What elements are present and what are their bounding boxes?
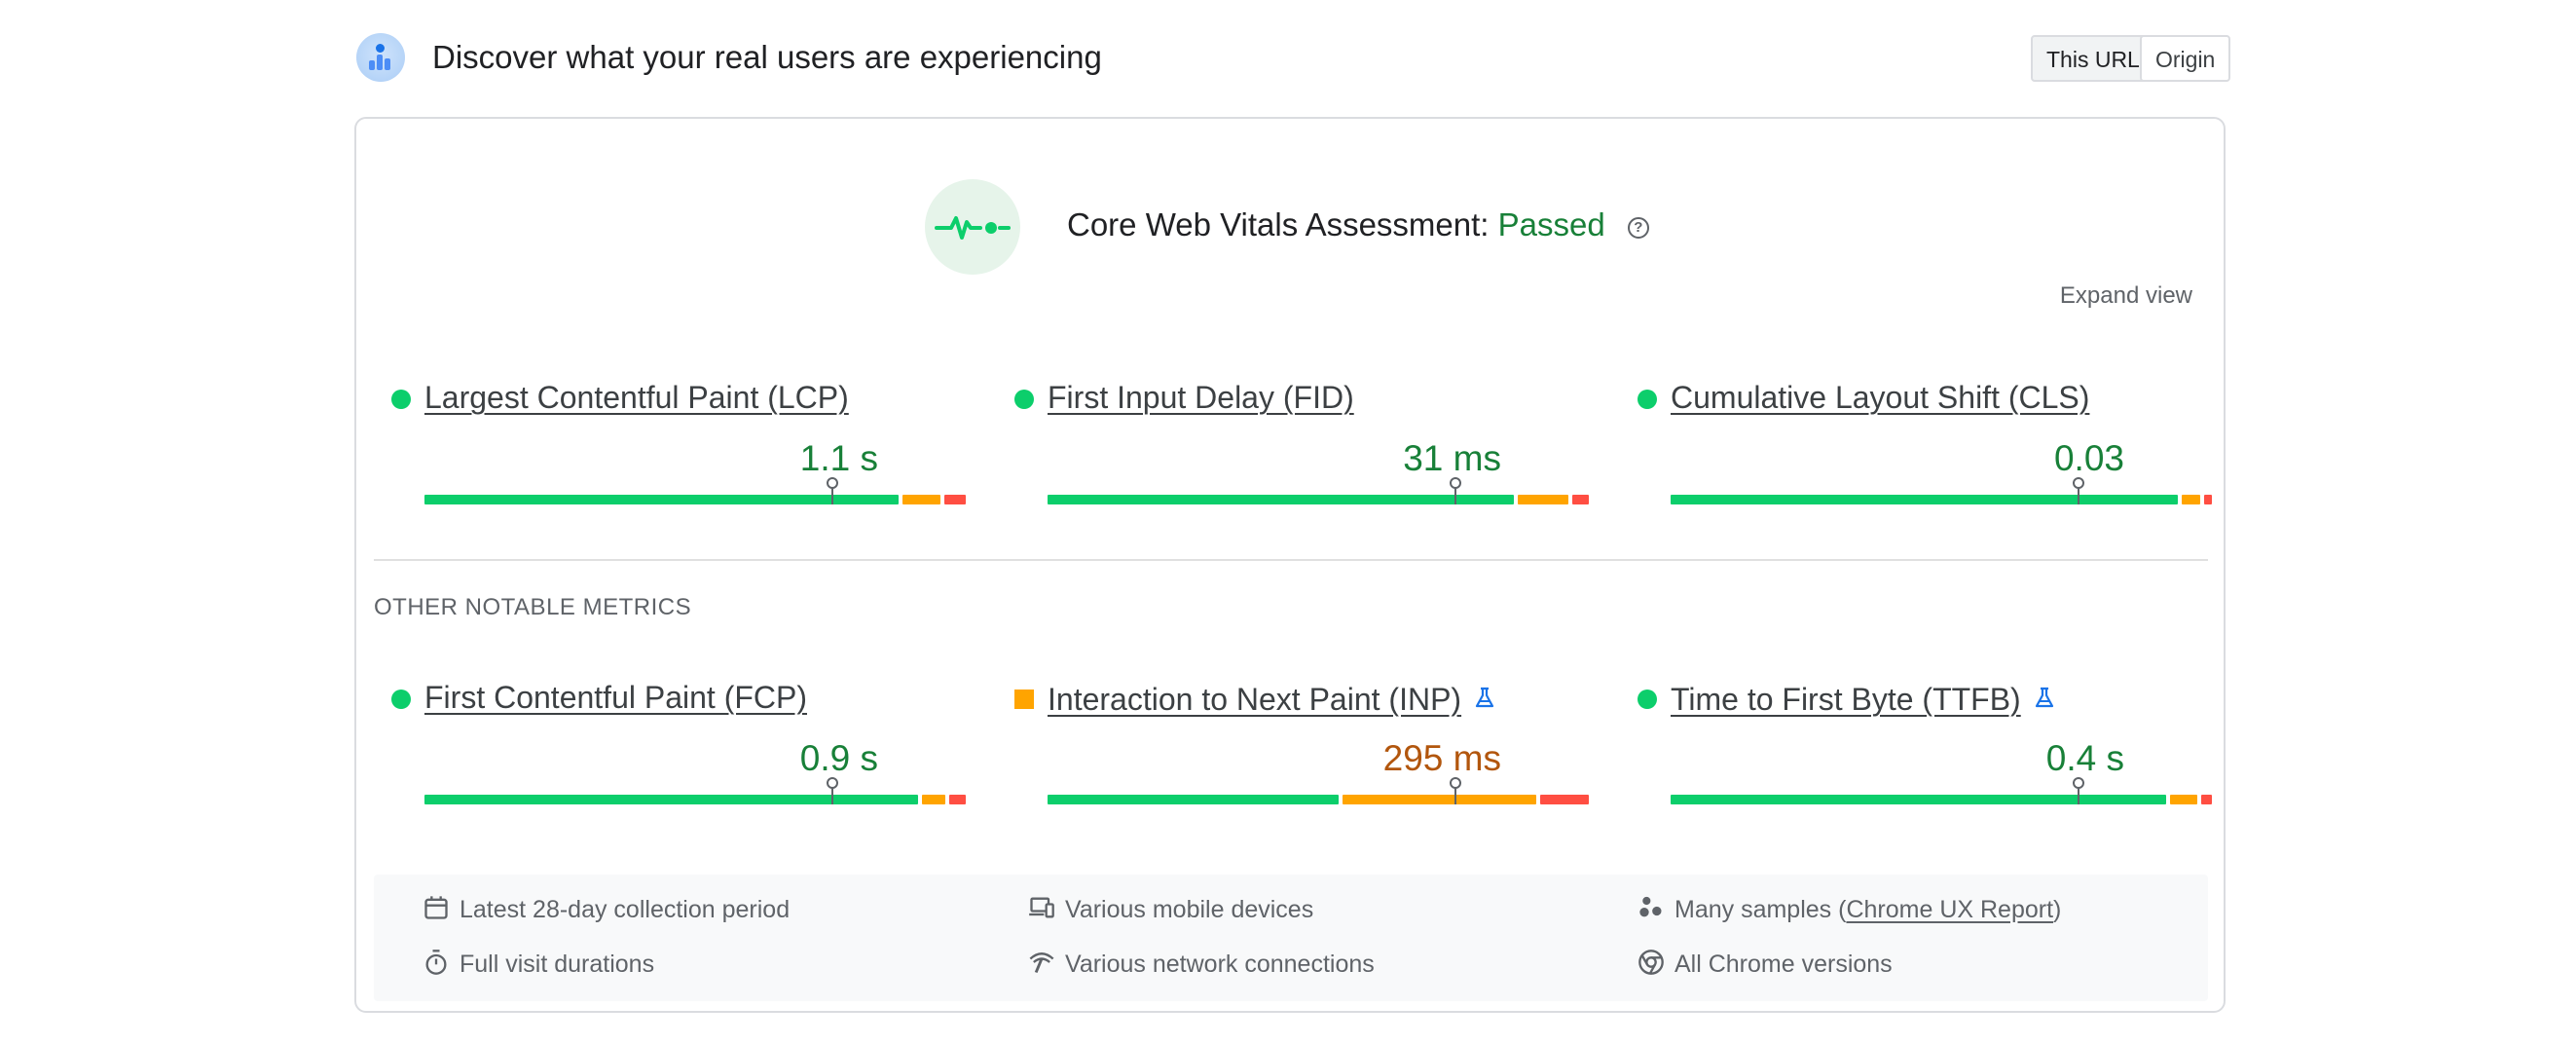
needs-improvement-segment	[1518, 495, 1569, 504]
footer-item-network: Various network connections	[1028, 949, 1375, 979]
good-segment	[1048, 495, 1515, 504]
good-status-dot-icon	[1638, 690, 1657, 709]
p75-marker	[826, 477, 840, 504]
footer-item-samples: Many samples (Chrome UX Report)	[1638, 894, 2061, 924]
calendar-icon	[423, 894, 450, 921]
metric-cls: Cumulative Layout Shift (CLS) 0.03	[1638, 374, 2212, 510]
distribution-bar	[1048, 777, 1589, 804]
metric-name-link[interactable]: First Contentful Paint (FCP)	[424, 680, 807, 716]
field-data-card: Core Web Vitals Assessment: Passed ? Exp…	[354, 117, 2226, 1013]
needs-improvement-square-icon	[1014, 690, 1034, 709]
expand-view-button[interactable]: Expand view	[2060, 282, 2192, 310]
section-title: Discover what your real users are experi…	[432, 39, 1102, 75]
metric-inp: Interaction to Next Paint (INP) 295 ms	[1014, 674, 1589, 810]
experimental-flask-icon	[2035, 680, 2054, 716]
metric-value: 295 ms	[1382, 738, 1501, 778]
metric-value: 0.4 s	[2045, 738, 2124, 778]
page-header: Discover what your real users are experi…	[356, 29, 2231, 88]
network-icon	[1028, 949, 1055, 976]
help-circle-icon[interactable]: ?	[1627, 217, 1649, 239]
footer-item-visit-durations: Full visit durations	[423, 949, 654, 979]
metric-value: 31 ms	[1403, 438, 1501, 478]
good-segment	[424, 795, 918, 804]
metric-name-link[interactable]: Cumulative Layout Shift (CLS)	[1671, 380, 2089, 416]
good-status-dot-icon	[391, 690, 411, 709]
origin-toggle[interactable]: Origin	[2140, 35, 2231, 82]
distribution-bar	[424, 477, 966, 504]
poor-segment	[2200, 795, 2212, 804]
distribution-bar	[424, 777, 966, 804]
samples-icon	[1638, 894, 1665, 921]
metric-name-link[interactable]: Time to First Byte (TTFB)	[1671, 680, 2054, 718]
p75-marker	[1449, 777, 1463, 804]
p75-marker	[826, 777, 840, 804]
this-url-toggle[interactable]: This URL	[2031, 35, 2155, 82]
metric-value: 0.9 s	[799, 738, 878, 778]
metric-name-link[interactable]: First Input Delay (FID)	[1048, 380, 1354, 416]
poor-segment	[1572, 495, 1589, 504]
good-status-dot-icon	[1638, 390, 1657, 409]
good-status-dot-icon	[1014, 390, 1034, 409]
good-status-dot-icon	[391, 390, 411, 409]
pulse-icon	[925, 179, 1020, 275]
assessment-title: Core Web Vitals Assessment: Passed ?	[1067, 206, 1649, 243]
distribution-bar	[1671, 777, 2212, 804]
assessment-label: Core Web Vitals Assessment:	[1067, 206, 1490, 242]
good-segment	[1671, 795, 2167, 804]
metric-fid: First Input Delay (FID) 31 ms	[1014, 374, 1589, 510]
metric-name-link[interactable]: Largest Contentful Paint (LCP)	[424, 380, 849, 416]
needs-improvement-segment	[921, 795, 946, 804]
assessment-status: Passed	[1497, 206, 1605, 242]
good-segment	[1048, 795, 1339, 804]
distribution-bar	[1048, 477, 1589, 504]
data-source-footer: Latest 28-day collection period Various …	[374, 875, 2208, 1001]
metric-ttfb: Time to First Byte (TTFB) 0.4 s	[1638, 674, 2212, 810]
p75-marker	[1449, 477, 1463, 504]
needs-improvement-segment	[2181, 495, 2200, 504]
section-divider	[374, 559, 2208, 561]
metric-fcp: First Contentful Paint (FCP) 0.9 s	[391, 674, 966, 810]
devices-icon	[1028, 894, 1055, 921]
other-metrics-heading: OTHER NOTABLE METRICS	[374, 594, 692, 620]
needs-improvement-segment	[1342, 795, 1537, 804]
footer-item-devices: Various mobile devices	[1028, 894, 1313, 924]
poor-segment	[943, 495, 966, 504]
poor-segment	[1540, 795, 1589, 804]
needs-improvement-segment	[902, 495, 940, 504]
poor-segment	[2203, 495, 2212, 504]
footer-item-collection-period: Latest 28-day collection period	[423, 894, 790, 924]
distribution-bar	[1671, 477, 2212, 504]
chrome-icon	[1638, 949, 1665, 976]
needs-improvement-segment	[2170, 795, 2197, 804]
metric-value: 1.1 s	[799, 438, 878, 478]
good-segment	[1671, 495, 2178, 504]
poor-segment	[949, 795, 966, 804]
chrome-ux-report-link[interactable]: Chrome UX Report	[1846, 896, 2053, 923]
experimental-flask-icon	[1475, 680, 1494, 716]
footer-item-chrome-versions: All Chrome versions	[1638, 949, 1893, 979]
cwv-assessment: Core Web Vitals Assessment: Passed ?	[925, 179, 1704, 277]
metric-lcp: Largest Contentful Paint (LCP) 1.1 s	[391, 374, 966, 510]
timer-icon	[423, 949, 450, 976]
metric-name-link[interactable]: Interaction to Next Paint (INP)	[1048, 680, 1494, 718]
metric-value: 0.03	[2053, 438, 2124, 478]
p75-marker	[2072, 477, 2086, 504]
p75-marker	[2072, 777, 2086, 804]
crux-logo-icon	[356, 33, 405, 82]
